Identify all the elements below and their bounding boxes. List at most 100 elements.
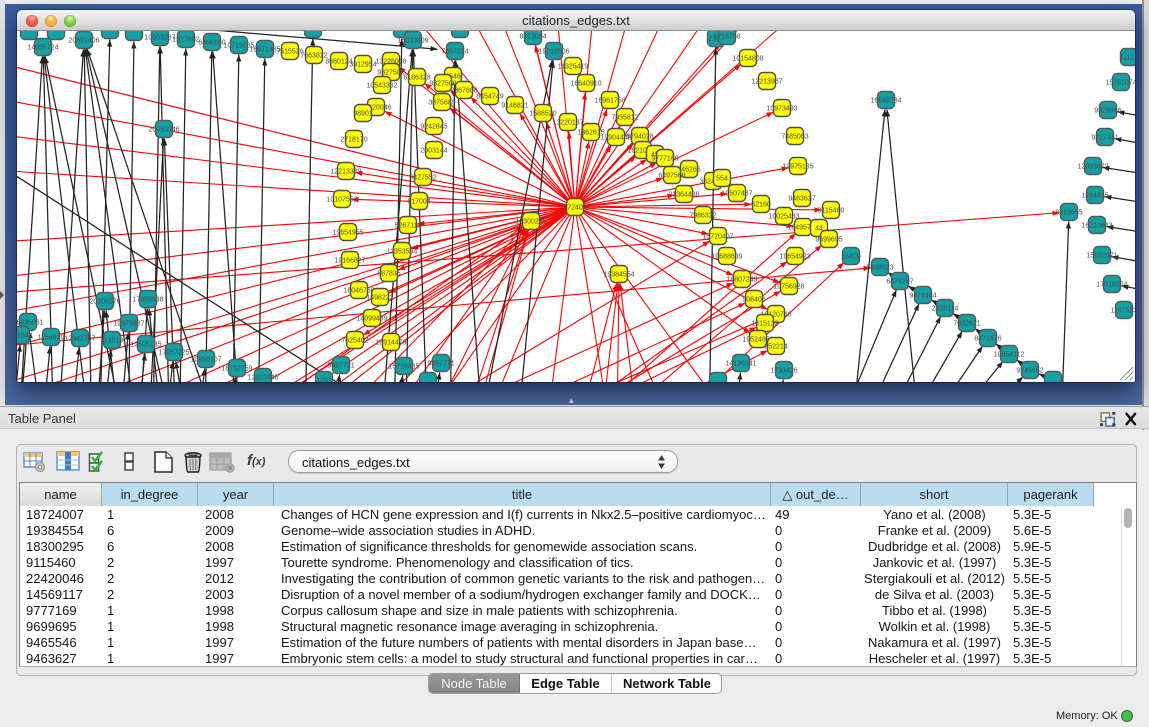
svg-text:16210643: 16210643	[1081, 223, 1112, 230]
svg-text:887835: 887835	[377, 271, 400, 278]
svg-text:8471676: 8471676	[974, 336, 1001, 343]
svg-text:1498222: 1498222	[366, 295, 393, 302]
svg-text:10154808: 10154808	[732, 56, 763, 63]
svg-text:10507487: 10507487	[721, 191, 752, 198]
svg-text:554: 554	[716, 176, 728, 183]
svg-text:19654955: 19654955	[332, 230, 363, 237]
svg-text:9327508: 9327508	[429, 81, 456, 88]
svg-text:16961758: 16961758	[594, 98, 625, 105]
svg-text:9327505: 9327505	[377, 70, 404, 77]
svg-text:12093872: 12093872	[1077, 164, 1108, 171]
svg-text:19654923: 19654923	[779, 254, 810, 261]
svg-text:1615132: 1615132	[751, 321, 778, 328]
svg-text:62160: 62160	[751, 202, 771, 209]
svg-text:11325419: 11325419	[558, 64, 589, 71]
svg-text:908406: 908406	[742, 297, 765, 304]
svg-text:19218506: 19218506	[538, 49, 569, 56]
svg-text:2867608: 2867608	[450, 88, 477, 95]
svg-text:11353594: 11353594	[387, 249, 418, 256]
svg-text:12975135: 12975135	[782, 164, 813, 171]
svg-text:13220137: 13220137	[552, 120, 583, 127]
svg-text:7632621: 7632621	[953, 321, 980, 328]
svg-text:10756928: 10756928	[773, 284, 804, 291]
svg-text:9115460: 9115460	[818, 208, 845, 215]
svg-text:7663822: 7663822	[300, 53, 327, 60]
svg-text:19384554: 19384554	[603, 272, 634, 279]
svg-text:6479197: 6479197	[886, 279, 913, 286]
svg-text:17016504: 17016504	[1096, 282, 1127, 289]
svg-text:10543362: 10543362	[366, 83, 397, 90]
svg-text:2935114: 2935114	[932, 306, 959, 313]
svg-text:10688639: 10688639	[711, 254, 742, 261]
svg-text:20206576: 20206576	[89, 299, 120, 306]
svg-text:7625402: 7625402	[341, 338, 368, 345]
svg-text:1733426: 1733426	[770, 368, 797, 375]
svg-text:15720407: 15720407	[702, 234, 733, 241]
svg-text:7357224: 7357224	[441, 49, 468, 56]
svg-text:1588520: 1588520	[529, 111, 556, 118]
svg-text:8813054: 8813054	[519, 34, 546, 41]
svg-text:12213389: 12213389	[330, 169, 361, 176]
svg-text:6497568: 6497568	[658, 173, 685, 180]
svg-text:9699695: 9699695	[815, 237, 842, 244]
svg-text:9242845: 9242845	[420, 124, 447, 131]
svg-text:10654112: 10654112	[994, 352, 1025, 359]
svg-text:252214: 252214	[764, 344, 787, 351]
svg-text:17957225: 17957225	[158, 350, 189, 357]
svg-text:9463627: 9463627	[788, 196, 815, 203]
svg-text:5938923: 5938923	[866, 265, 893, 272]
svg-text:917004: 917004	[407, 199, 430, 206]
svg-text:114519: 114519	[101, 338, 124, 345]
svg-text:20691406: 20691406	[68, 38, 99, 45]
svg-text:10973493: 10973493	[766, 106, 797, 113]
svg-text:8215955: 8215955	[1055, 210, 1082, 217]
svg-text:16648784: 16648784	[870, 98, 901, 105]
svg-text:7485063: 7485063	[781, 134, 808, 141]
svg-text:3912954: 3912954	[349, 62, 376, 69]
svg-text:9227341: 9227341	[1091, 135, 1118, 142]
svg-text:9245652: 9245652	[1016, 368, 1043, 375]
svg-text:5267110: 5267110	[395, 223, 422, 230]
svg-text:18724007: 18724007	[559, 205, 590, 212]
svg-text:15716485: 15716485	[388, 364, 419, 371]
svg-text:21364436: 21364436	[668, 192, 699, 199]
svg-text:9777169: 9777169	[651, 156, 678, 163]
svg-text:16046768: 16046768	[343, 288, 374, 295]
svg-text:19166827: 19166827	[334, 258, 365, 265]
svg-text:991544: 991544	[17, 333, 33, 340]
svg-text:20053346: 20053346	[148, 127, 179, 134]
svg-text:16782759: 16782759	[221, 366, 252, 373]
svg-text:15751074: 15751074	[1105, 80, 1135, 87]
svg-text:1156829: 1156829	[38, 335, 65, 342]
svg-text:6466160: 6466160	[198, 40, 225, 47]
svg-text:16033809: 16033809	[397, 38, 428, 45]
svg-text:7955812: 7955812	[611, 115, 638, 122]
svg-text:3875685: 3875685	[428, 100, 455, 107]
svg-text:17359938: 17359938	[132, 297, 163, 304]
svg-text:12505135: 12505135	[130, 342, 161, 349]
svg-text:9427552: 9427552	[409, 175, 436, 182]
svg-text:7986322: 7986322	[689, 213, 716, 220]
svg-text:10958107: 10958107	[190, 357, 221, 364]
svg-text:12942757: 12942757	[64, 336, 95, 343]
svg-text:2803144: 2803144	[420, 148, 447, 155]
svg-text:1527602: 1527602	[172, 37, 199, 44]
svg-text:12923446: 12923446	[247, 375, 278, 382]
svg-text:14055724: 14055724	[27, 45, 58, 52]
svg-text:98901: 98901	[353, 111, 373, 118]
svg-text:2718170: 2718170	[340, 137, 367, 144]
svg-text:15692971: 15692971	[1086, 253, 1117, 260]
svg-text:18807249: 18807249	[726, 277, 757, 284]
svg-text:6794028: 6794028	[626, 134, 653, 141]
svg-text:14099489: 14099489	[356, 316, 387, 323]
svg-text:18300295: 18300295	[515, 219, 546, 226]
svg-text:9329966: 9329966	[1094, 108, 1121, 115]
svg-text:16640910: 16640910	[570, 81, 601, 88]
svg-text:9457771: 9457771	[427, 361, 454, 368]
svg-text:12213967: 12213967	[751, 79, 782, 86]
svg-text:1244415: 1244415	[1081, 193, 1108, 200]
svg-text:10107552: 10107552	[326, 197, 357, 204]
svg-text:16914479: 16914479	[375, 340, 406, 347]
svg-text:16409: 16409	[841, 254, 861, 261]
svg-text:8454749: 8454749	[476, 94, 503, 101]
